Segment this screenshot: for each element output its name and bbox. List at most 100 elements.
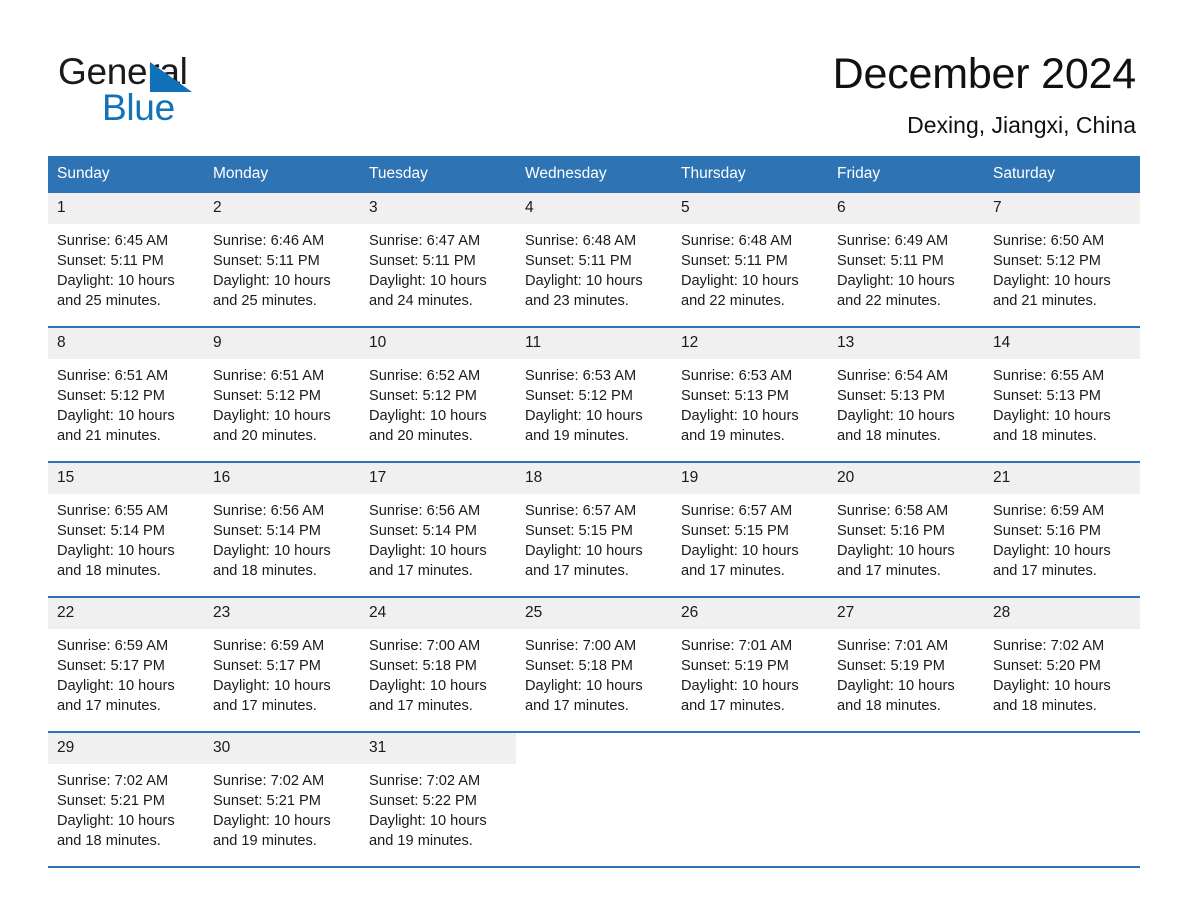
title-block: December 2024 Dexing, Jiangxi, China [833, 48, 1137, 139]
day-number: 22 [48, 598, 204, 629]
sunset-time: Sunset: 5:12 PM [213, 388, 321, 404]
sunset-time: Sunset: 5:21 PM [213, 793, 321, 809]
day-details: Sunrise: 6:54 AM Sunset: 5:13 PM Daylight:… [828, 359, 984, 446]
calendar-day-cell[interactable]: 25 Sunrise: 7:00 AM Sunset: 5:18 PM Dayligh… [516, 596, 672, 732]
general-blue-logo[interactable]: General Blue [58, 52, 388, 128]
daylight-duration-line1: Daylight: 10 hours [681, 273, 799, 289]
sunset-time: Sunset: 5:16 PM [837, 523, 945, 539]
calendar-day-cell[interactable]: 13 Sunrise: 6:54 AM Sunset: 5:13 PM Dayligh… [828, 326, 984, 462]
sunset-time: Sunset: 5:11 PM [681, 253, 788, 269]
day-number [672, 733, 828, 764]
calendar-day-cell[interactable]: 20 Sunrise: 6:58 AM Sunset: 5:16 PM Dayligh… [828, 461, 984, 597]
calendar-day-cell[interactable]: 3 Sunrise: 6:47 AM Sunset: 5:11 PM Daylight… [360, 193, 516, 327]
sunset-time: Sunset: 5:13 PM [993, 388, 1101, 404]
daylight-duration-line2: and 18 minutes. [213, 563, 317, 579]
sunset-time: Sunset: 5:20 PM [993, 658, 1101, 674]
day-details: Sunrise: 7:00 AM Sunset: 5:18 PM Daylight:… [516, 629, 672, 716]
sunset-time: Sunset: 5:19 PM [681, 658, 789, 674]
logo-text-blue: Blue [102, 87, 175, 128]
sunrise-time: Sunrise: 6:52 AM [369, 368, 481, 384]
calendar-day-cell[interactable]: 11 Sunrise: 6:53 AM Sunset: 5:12 PM Dayligh… [516, 326, 672, 462]
day-number: 3 [360, 193, 516, 224]
daylight-duration-line2: and 17 minutes. [369, 563, 473, 579]
sunrise-time: Sunrise: 7:01 AM [681, 638, 793, 654]
day-details: Sunrise: 6:57 AM Sunset: 5:15 PM Daylight:… [516, 494, 672, 581]
sunrise-time: Sunrise: 6:48 AM [525, 233, 637, 249]
daylight-duration-line2: and 23 minutes. [525, 293, 629, 309]
calendar-day-cell[interactable]: 29 Sunrise: 7:02 AM Sunset: 5:21 PM Dayligh… [48, 731, 204, 866]
calendar-day-cell[interactable]: 21 Sunrise: 6:59 AM Sunset: 5:16 PM Dayligh… [984, 461, 1140, 597]
location-subtitle: Dexing, Jiangxi, China [907, 112, 1136, 138]
day-details: Sunrise: 6:55 AM Sunset: 5:14 PM Daylight:… [48, 494, 204, 581]
day-details: Sunrise: 7:02 AM Sunset: 5:20 PM Daylight:… [984, 629, 1140, 716]
sunset-time: Sunset: 5:14 PM [57, 523, 165, 539]
calendar-day-cell[interactable]: 8 Sunrise: 6:51 AM Sunset: 5:12 PM Daylight… [48, 326, 204, 462]
calendar-day-cell[interactable]: 17 Sunrise: 6:56 AM Sunset: 5:14 PM Dayligh… [360, 461, 516, 597]
calendar-header-row: Sunday Monday Tuesday Wednesday Thursday… [48, 156, 1140, 193]
daylight-duration-line1: Daylight: 10 hours [369, 543, 487, 559]
calendar-day-cell[interactable]: 26 Sunrise: 7:01 AM Sunset: 5:19 PM Dayligh… [672, 596, 828, 732]
sunset-time: Sunset: 5:13 PM [681, 388, 789, 404]
day-details: Sunrise: 6:48 AM Sunset: 5:11 PM Daylight:… [672, 224, 828, 311]
sunset-time: Sunset: 5:11 PM [213, 253, 320, 269]
calendar-day-cell[interactable]: 14 Sunrise: 6:55 AM Sunset: 5:13 PM Dayligh… [984, 326, 1140, 462]
sunrise-time: Sunrise: 6:48 AM [681, 233, 793, 249]
calendar-day-cell[interactable]: 5 Sunrise: 6:48 AM Sunset: 5:11 PM Daylight… [672, 193, 828, 327]
daylight-duration-line2: and 17 minutes. [993, 563, 1097, 579]
calendar-day-cell[interactable]: 15 Sunrise: 6:55 AM Sunset: 5:14 PM Dayligh… [48, 461, 204, 597]
day-details: Sunrise: 6:45 AM Sunset: 5:11 PM Daylight:… [48, 224, 204, 311]
calendar-day-cell[interactable]: 18 Sunrise: 6:57 AM Sunset: 5:15 PM Dayligh… [516, 461, 672, 597]
calendar-day-cell[interactable]: 10 Sunrise: 6:52 AM Sunset: 5:12 PM Dayligh… [360, 326, 516, 462]
calendar-day-cell[interactable]: 12 Sunrise: 6:53 AM Sunset: 5:13 PM Dayligh… [672, 326, 828, 462]
sunset-time: Sunset: 5:15 PM [681, 523, 789, 539]
daylight-duration-line2: and 17 minutes. [369, 698, 473, 714]
day-number: 20 [828, 463, 984, 494]
daylight-duration-line2: and 21 minutes. [57, 428, 161, 444]
calendar-day-cell[interactable]: 24 Sunrise: 7:00 AM Sunset: 5:18 PM Dayligh… [360, 596, 516, 732]
daylight-duration-line1: Daylight: 10 hours [837, 408, 955, 424]
day-details: Sunrise: 6:50 AM Sunset: 5:12 PM Daylight:… [984, 224, 1140, 311]
daylight-duration-line1: Daylight: 10 hours [213, 408, 331, 424]
daylight-duration-line1: Daylight: 10 hours [993, 408, 1111, 424]
day-details [984, 764, 1140, 771]
calendar-day-cell[interactable]: 4 Sunrise: 6:48 AM Sunset: 5:11 PM Daylight… [516, 193, 672, 327]
daylight-duration-line2: and 17 minutes. [213, 698, 317, 714]
day-details: Sunrise: 6:56 AM Sunset: 5:14 PM Daylight:… [204, 494, 360, 581]
calendar-day-cell[interactable]: 31 Sunrise: 7:02 AM Sunset: 5:22 PM Dayligh… [360, 731, 516, 866]
sunrise-time: Sunrise: 6:53 AM [525, 368, 637, 384]
daylight-duration-line1: Daylight: 10 hours [57, 543, 175, 559]
sunset-time: Sunset: 5:16 PM [993, 523, 1101, 539]
calendar-day-cell[interactable]: 6 Sunrise: 6:49 AM Sunset: 5:11 PM Daylight… [828, 193, 984, 327]
sunset-time: Sunset: 5:12 PM [993, 253, 1101, 269]
daylight-duration-line1: Daylight: 10 hours [57, 678, 175, 694]
day-number: 26 [672, 598, 828, 629]
daylight-duration-line1: Daylight: 10 hours [369, 813, 487, 829]
masthead: General Blue December 2024 Dexing, Jiang… [0, 0, 1188, 155]
calendar-week-row: 15 Sunrise: 6:55 AM Sunset: 5:14 PM Dayligh… [48, 461, 1140, 597]
daylight-duration-line2: and 18 minutes. [837, 428, 941, 444]
calendar-day-cell[interactable]: 9 Sunrise: 6:51 AM Sunset: 5:12 PM Daylight… [204, 326, 360, 462]
calendar-day-cell[interactable]: 27 Sunrise: 7:01 AM Sunset: 5:19 PM Dayligh… [828, 596, 984, 732]
calendar-day-cell[interactable]: 22 Sunrise: 6:59 AM Sunset: 5:17 PM Dayligh… [48, 596, 204, 732]
daylight-duration-line2: and 17 minutes. [681, 698, 785, 714]
calendar-day-cell[interactable]: 28 Sunrise: 7:02 AM Sunset: 5:20 PM Dayligh… [984, 596, 1140, 732]
daylight-duration-line1: Daylight: 10 hours [993, 678, 1111, 694]
day-number: 14 [984, 328, 1140, 359]
sunset-time: Sunset: 5:15 PM [525, 523, 633, 539]
daylight-duration-line2: and 19 minutes. [213, 833, 317, 849]
calendar-day-cell[interactable]: 23 Sunrise: 6:59 AM Sunset: 5:17 PM Dayligh… [204, 596, 360, 732]
calendar-page: General Blue December 2024 Dexing, Jiang… [0, 0, 1188, 918]
daylight-duration-line2: and 18 minutes. [57, 833, 161, 849]
calendar-day-cell[interactable]: 2 Sunrise: 6:46 AM Sunset: 5:11 PM Daylight… [204, 193, 360, 327]
sunset-time: Sunset: 5:17 PM [213, 658, 321, 674]
sunrise-time: Sunrise: 6:55 AM [57, 503, 169, 519]
calendar-day-cell[interactable]: 7 Sunrise: 6:50 AM Sunset: 5:12 PM Daylight… [984, 193, 1140, 327]
sunrise-time: Sunrise: 6:56 AM [213, 503, 325, 519]
calendar-day-cell[interactable]: 30 Sunrise: 7:02 AM Sunset: 5:21 PM Dayligh… [204, 731, 360, 866]
calendar-day-cell[interactable]: 16 Sunrise: 6:56 AM Sunset: 5:14 PM Dayligh… [204, 461, 360, 597]
day-details: Sunrise: 7:01 AM Sunset: 5:19 PM Daylight:… [828, 629, 984, 716]
sunrise-time: Sunrise: 6:59 AM [213, 638, 325, 654]
day-number: 31 [360, 733, 516, 764]
calendar-day-cell[interactable]: 19 Sunrise: 6:57 AM Sunset: 5:15 PM Dayligh… [672, 461, 828, 597]
calendar-day-cell[interactable]: 1 Sunrise: 6:45 AM Sunset: 5:11 PM Daylight… [48, 193, 204, 327]
